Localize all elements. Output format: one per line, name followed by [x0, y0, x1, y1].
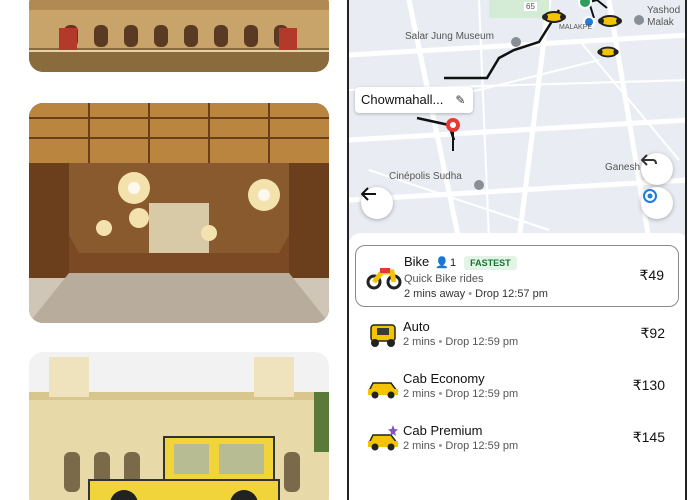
ride-description: Quick Bike rides — [404, 273, 484, 285]
map-view[interactable]: 65 Salar Jung Museum Yashod - Malak MALA… — [349, 0, 685, 240]
passenger-count: 1 — [450, 256, 457, 269]
person-icon: 👤 — [435, 257, 449, 270]
cab-icon — [367, 382, 399, 399]
ride-option-cab-premium[interactable]: Cab Premium 2 mins • Drop 12:59 pm ₹145 — [355, 419, 679, 471]
map-label-road-number: 65 — [524, 2, 537, 11]
auto-rickshaw-icon — [370, 324, 396, 347]
edit-pencil-icon[interactable]: ✎ — [455, 87, 465, 113]
ride-eta: 2 mins — [403, 336, 436, 348]
ride-booking-screen: 65 Salar Jung Museum Yashod - Malak MALA… — [347, 0, 687, 500]
ride-options-sheet: Bike 👤1 FASTEST Quick Bike rides 2 mins aw… — [349, 233, 685, 500]
ride-eta: 2 mins — [403, 440, 436, 452]
ride-price: ₹92 — [640, 325, 665, 341]
palace-facade-photo — [29, 0, 329, 72]
map-pin-icon — [474, 180, 484, 190]
pickup-location-name: Chowmahall... — [361, 92, 444, 107]
map-pin-icon — [634, 15, 644, 25]
ride-price: ₹130 — [632, 377, 665, 393]
ride-eta: 2 mins away — [404, 288, 466, 300]
map-label-yashoda: Yashod — [647, 5, 681, 16]
ride-option-bike[interactable]: Bike 👤1 FASTEST Quick Bike rides 2 mins aw… — [355, 245, 679, 307]
bike-marker-icon — [597, 46, 619, 58]
map-label-cinepolis: Cinépolis Sudha — [389, 171, 462, 182]
fastest-badge: FASTEST — [464, 255, 517, 270]
cab-premium-icon — [367, 425, 399, 451]
share-arrow-icon — [641, 154, 657, 166]
pickup-pin-icon — [446, 118, 460, 151]
arrow-left-icon — [361, 187, 376, 201]
map-label-salar-jung: Salar Jung Museum — [405, 31, 494, 42]
palace-vintage-car-photo — [29, 352, 329, 500]
ride-option-auto[interactable]: Auto 2 mins • Drop 12:59 pm ₹92 — [355, 315, 679, 367]
bike-marker-icon — [542, 11, 566, 23]
ride-price: ₹145 — [632, 429, 665, 445]
palace-chandelier-hall-photo — [29, 103, 329, 323]
ride-drop-time: Drop 12:59 pm — [445, 336, 519, 348]
ride-price: ₹49 — [639, 267, 664, 283]
ride-drop-time: Drop 12:57 pm — [475, 288, 548, 300]
map-pin-icon — [511, 37, 521, 47]
ride-name: Cab Economy — [403, 371, 485, 386]
map-label-malak: - Malak — [641, 17, 674, 28]
ride-drop-time: Drop 12:59 pm — [445, 440, 519, 452]
ride-eta: 2 mins — [403, 388, 436, 400]
target-icon — [643, 189, 657, 203]
pickup-location-label[interactable]: Chowmahall... ✎ — [355, 87, 474, 113]
share-button[interactable] — [641, 153, 673, 185]
bike-icon — [366, 268, 402, 290]
recenter-button[interactable] — [641, 187, 673, 219]
ride-name: Auto — [403, 319, 430, 334]
ride-drop-time: Drop 12:59 pm — [445, 388, 519, 400]
bike-marker-icon — [598, 15, 622, 27]
ride-name: Cab Premium — [403, 423, 483, 438]
ride-option-cab-economy[interactable]: Cab Economy 2 mins • Drop 12:59 pm ₹130 — [355, 367, 679, 419]
map-label-ganesh: Ganesh — [605, 162, 641, 173]
back-button[interactable] — [361, 187, 393, 219]
ride-name: Bike — [404, 254, 430, 269]
